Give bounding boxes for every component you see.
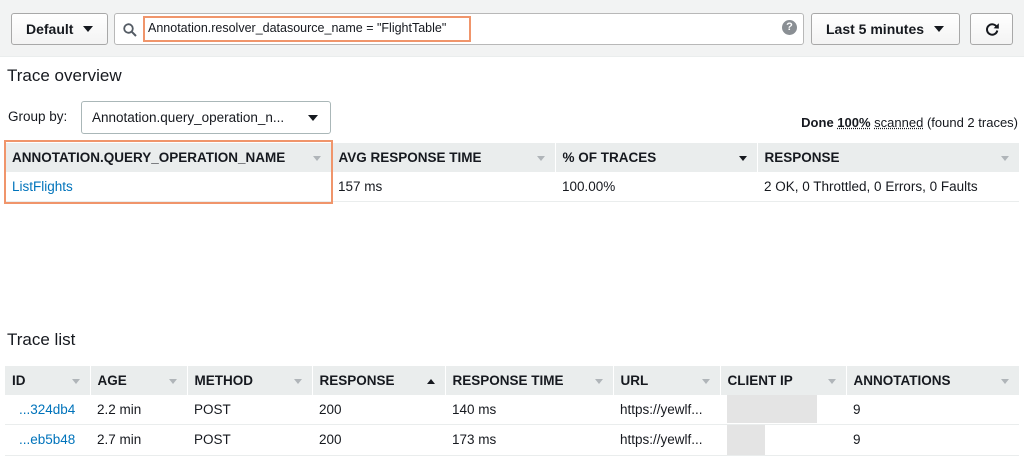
column-header-label: RESPONSE — [319, 373, 395, 388]
response-cell: 200 — [312, 424, 445, 456]
group-by-label: Group by: — [8, 109, 68, 124]
client-ip-cell — [720, 395, 846, 425]
column-header-label: RESPONSE TIME — [452, 373, 564, 388]
operation-link[interactable]: ListFlights — [12, 179, 73, 194]
column-header-client-ip[interactable]: CLIENT IP — [720, 366, 847, 395]
sort-icon[interactable] — [312, 155, 321, 161]
response-cell: 200 — [312, 395, 445, 425]
filter-expression-input[interactable]: Annotation.resolver_datasource_name = "F… — [114, 13, 804, 45]
column-header-label: ID — [12, 373, 26, 388]
client-ip-cell — [720, 424, 846, 456]
trace-overview-title: Trace overview — [7, 66, 122, 85]
status-found: (found 2 traces) — [926, 115, 1018, 130]
column-header-url[interactable]: URL — [613, 366, 721, 395]
trace-id-link[interactable]: ...eb5b48 — [19, 432, 75, 447]
column-header-label: ANNOTATIONS — [853, 373, 951, 388]
column-header-response[interactable]: RESPONSE — [757, 143, 1020, 172]
column-header-annotations[interactable]: ANNOTATIONS — [846, 366, 1020, 395]
annotations-cell: 9 — [846, 424, 1019, 456]
column-header-label: AGE — [97, 373, 127, 388]
help-icon[interactable]: ? — [782, 20, 797, 35]
column-header-avg-response[interactable]: AVG RESPONSE TIME — [331, 143, 556, 172]
response-time-cell: 140 ms — [445, 395, 613, 425]
column-header-operation-name[interactable]: ANNOTATION.QUERY_OPERATION_NAME — [5, 143, 332, 172]
percent-traces-cell: 100.00% — [555, 172, 757, 202]
status-scanned: scanned — [874, 115, 924, 130]
chevron-down-icon — [308, 115, 318, 121]
refresh-icon — [985, 23, 999, 36]
age-cell: 2.2 min — [90, 395, 187, 425]
column-header-percent-traces[interactable]: % OF TRACES — [555, 143, 758, 172]
sort-icon[interactable] — [1000, 378, 1009, 384]
url-cell: https://yewlf... — [613, 395, 720, 425]
method-cell: POST — [187, 424, 312, 456]
redacted-block — [727, 395, 817, 424]
column-header-age[interactable]: AGE — [90, 366, 188, 395]
column-header-label: AVG RESPONSE TIME — [338, 150, 482, 165]
status-percent: 100% — [837, 115, 871, 130]
time-range-label: Last 5 minutes — [826, 21, 925, 37]
filter-expression-text[interactable]: Annotation.resolver_datasource_name = "F… — [143, 16, 471, 42]
sort-icon[interactable] — [293, 378, 302, 384]
sort-icon[interactable] — [1000, 155, 1009, 161]
annotations-cell: 9 — [846, 395, 1019, 425]
response-cell: 2 OK, 0 Throttled, 0 Errors, 0 Faults — [757, 172, 1019, 202]
column-header-id[interactable]: ID — [5, 366, 91, 395]
sort-icon[interactable] — [426, 378, 435, 384]
age-cell: 2.7 min — [90, 424, 187, 456]
chevron-down-icon — [83, 26, 94, 32]
column-header-response[interactable]: RESPONSE — [312, 366, 446, 395]
sort-icon[interactable] — [168, 378, 177, 384]
status-done: Done — [801, 115, 834, 130]
trace-list-title: Trace list — [7, 330, 76, 349]
chevron-down-icon — [934, 26, 945, 32]
trace-list-table: ID AGE METHOD RESPONSE RESPONSE TIME URL… — [5, 366, 1020, 456]
avg-response-cell: 157 ms — [331, 172, 555, 202]
column-header-label: CLIENT IP — [727, 373, 793, 388]
column-header-label: URL — [620, 373, 649, 388]
scan-status: Done 100% scanned (found 2 traces) — [801, 115, 1018, 130]
search-icon — [123, 23, 137, 37]
table-row[interactable]: ...eb5b48 2.7 min POST 200 173 ms https:… — [5, 424, 1019, 456]
column-header-response-time[interactable]: RESPONSE TIME — [445, 366, 614, 395]
group-by-value: Annotation.query_operation_n... — [92, 110, 285, 125]
response-time-cell: 173 ms — [445, 424, 613, 456]
sort-icon[interactable] — [71, 378, 80, 384]
redacted-block — [727, 424, 765, 455]
group-preset-dropdown[interactable]: Default — [11, 13, 108, 45]
column-header-label: ANNOTATION.QUERY_OPERATION_NAME — [12, 150, 286, 165]
group-by-select[interactable]: Annotation.query_operation_n... — [81, 101, 331, 134]
column-header-method[interactable]: METHOD — [187, 366, 313, 395]
trace-id-link[interactable]: ...324db4 — [19, 402, 75, 417]
column-header-label: METHOD — [194, 373, 254, 388]
sort-icon[interactable] — [594, 378, 603, 384]
sort-icon[interactable] — [738, 155, 747, 161]
table-row[interactable]: ListFlights 157 ms 100.00% 2 OK, 0 Throt… — [5, 172, 1019, 202]
refresh-button[interactable] — [970, 13, 1013, 45]
sort-icon[interactable] — [701, 378, 710, 384]
sort-icon[interactable] — [827, 378, 836, 384]
sort-icon[interactable] — [536, 155, 545, 161]
time-range-dropdown[interactable]: Last 5 minutes — [811, 13, 960, 45]
column-header-label: % OF TRACES — [562, 150, 657, 165]
url-cell: https://yewlf... — [613, 424, 720, 456]
table-row[interactable]: ...324db4 2.2 min POST 200 140 ms https:… — [5, 395, 1019, 425]
method-cell: POST — [187, 395, 312, 425]
overview-table: ANNOTATION.QUERY_OPERATION_NAME AVG RESP… — [5, 143, 1020, 202]
group-preset-label: Default — [26, 21, 74, 37]
toolbar: Default Annotation.resolver_datasource_n… — [0, 0, 1024, 57]
column-header-label: RESPONSE — [764, 150, 840, 165]
